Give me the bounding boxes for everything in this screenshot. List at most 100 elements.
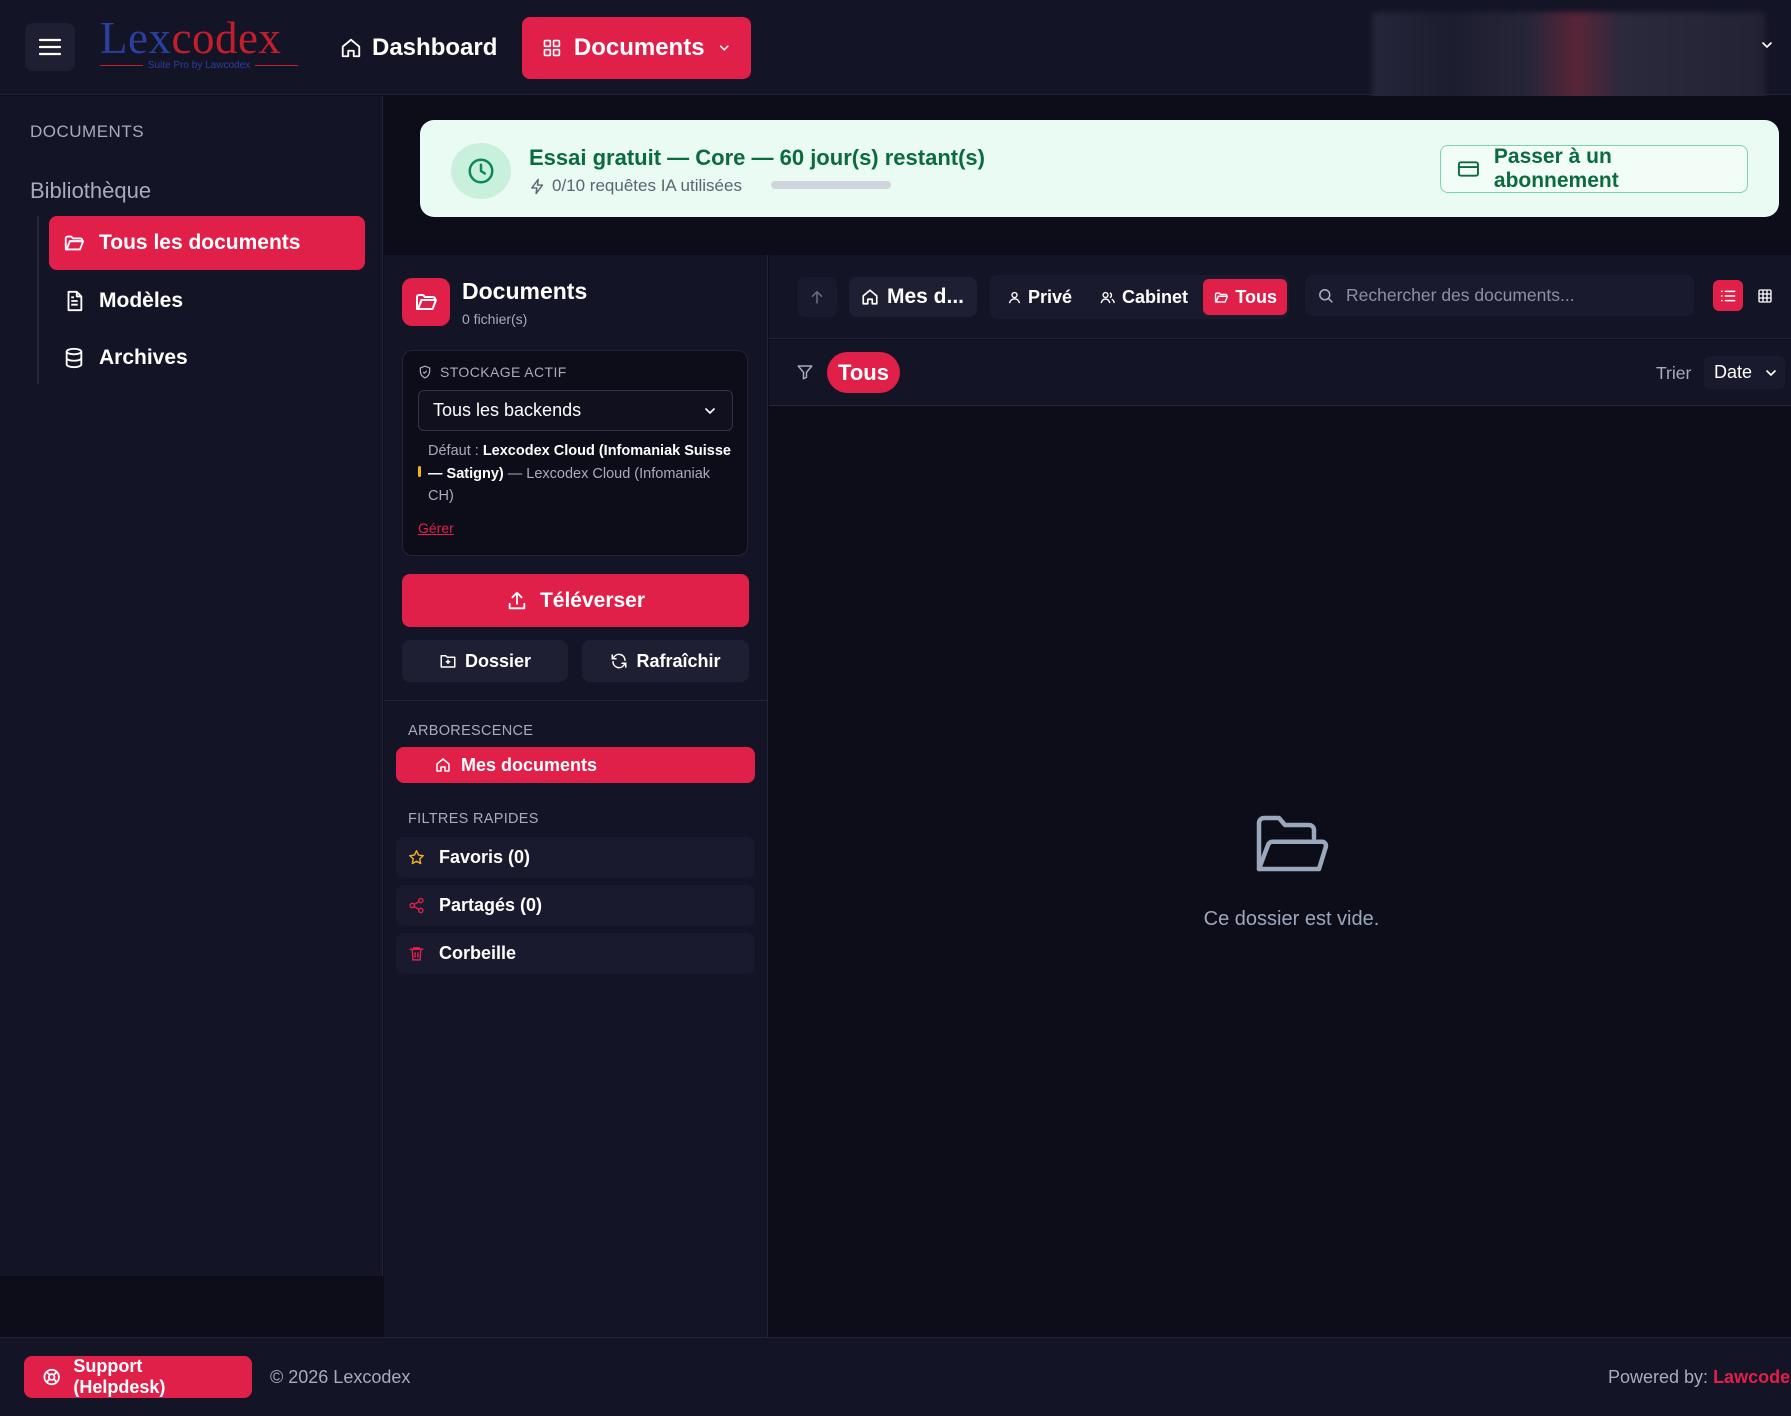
users-icon <box>1100 291 1115 303</box>
quick-filter-favorites[interactable]: Favoris (0) <box>396 837 755 878</box>
nav-dashboard-label: Dashboard <box>372 34 498 61</box>
support-helpdesk-button[interactable]: Support (Helpdesk) <box>24 1356 252 1398</box>
sidebar-item-models[interactable]: Modèles <box>49 274 365 328</box>
navigate-up-button[interactable] <box>797 277 837 317</box>
list-view-button[interactable] <box>1713 280 1743 311</box>
sidebar-item-label: Archives <box>99 346 188 369</box>
logo-text-codex: codex <box>171 13 282 63</box>
storage-backend-select[interactable]: Tous les backends <box>418 390 733 431</box>
search-icon <box>1319 289 1333 303</box>
arrow-up-icon <box>811 290 823 304</box>
nav-dashboard[interactable]: Dashboard <box>328 24 509 72</box>
quick-filter-label: Partagés (0) <box>439 895 543 915</box>
breadcrumb-my-documents[interactable]: Mes d... <box>849 277 977 317</box>
user-menu-chevron-icon[interactable] <box>1759 37 1775 53</box>
storage-label-text: STOCKAGE ACTIF <box>440 364 567 380</box>
lightning-icon <box>531 178 544 194</box>
sidebar-item-label: Tous les documents <box>99 231 301 254</box>
chevron-down-icon <box>705 407 715 414</box>
powered-by-link[interactable]: Lawcodex <box>1713 1367 1791 1387</box>
folder-plus-icon <box>440 655 456 668</box>
trial-title: Essai gratuit — Core — 60 jour(s) restan… <box>529 145 985 170</box>
refresh-button[interactable]: Rafraîchir <box>582 640 749 682</box>
nav-documents[interactable]: Documents <box>522 17 751 79</box>
subscribe-button[interactable]: Passer à un abonnement <box>1440 145 1748 193</box>
grid-view-button[interactable] <box>1750 280 1780 311</box>
file-browser <box>769 255 1791 1337</box>
copyright-text: © 2026 Lexcodex <box>270 1367 411 1387</box>
sort-select-value: Date <box>1714 362 1753 382</box>
scope-all-label: Tous <box>1235 286 1277 307</box>
file-count: 0 fichier(s) <box>462 311 528 327</box>
tree-item-label: Mes documents <box>461 754 598 775</box>
refresh-button-label: Rafraîchir <box>636 650 721 671</box>
scope-private-tab[interactable]: Privé <box>997 279 1082 315</box>
grid-icon <box>543 39 561 57</box>
chevron-down-icon <box>719 45 729 51</box>
sidebar-section-bibliotheque[interactable]: Bibliothèque <box>30 178 151 204</box>
list-icon <box>1720 290 1736 301</box>
upload-icon <box>508 591 526 609</box>
scope-private-label: Privé <box>1028 286 1073 307</box>
quick-filter-shared[interactable]: Partagés (0) <box>396 885 755 926</box>
logo[interactable]: Lexcodex Suite Pro by Lawcodex <box>100 16 300 76</box>
tree-item-my-documents[interactable]: Mes documents <box>396 747 755 783</box>
upload-button-label: Téléverser <box>539 588 646 612</box>
support-button-label: Support (Helpdesk) <box>73 1356 166 1397</box>
folder-open-icon <box>1214 291 1229 303</box>
hamburger-icon <box>39 38 61 56</box>
empty-folder-icon <box>1256 815 1329 872</box>
quick-filter-label: Corbeille <box>439 943 517 963</box>
scope-cabinet-tab[interactable]: Cabinet <box>1090 279 1198 315</box>
filter-pill-all[interactable]: Tous <box>827 352 900 393</box>
panel-divider <box>384 700 768 701</box>
folder-open-icon <box>64 235 85 251</box>
quick-filters-label: FILTRES RAPIDES <box>408 811 539 827</box>
database-icon <box>65 347 83 369</box>
storage-manage-link[interactable]: Gérer <box>418 520 454 536</box>
trial-usage-label: 0/10 requêtes IA utilisées <box>552 176 742 195</box>
sort-label: Trier <box>1656 363 1692 383</box>
tree-label: ARBORESCENCE <box>408 723 534 739</box>
upload-button[interactable]: Téléverser <box>402 574 749 627</box>
menu-toggle-button[interactable] <box>25 23 75 71</box>
subscribe-button-label: Passer à un abonnement <box>1493 145 1619 192</box>
scope-all-tab[interactable]: Tous <box>1203 279 1287 315</box>
grid-icon <box>1758 288 1772 303</box>
powered-by: Powered by: Lawcodex <box>1608 1367 1791 1388</box>
logo-tagline: Suite Pro by Lawcodex <box>147 60 251 71</box>
storage-default-text: Défaut : Lexcodex Cloud (Infomaniak Suis… <box>428 440 736 508</box>
search-input[interactable]: Rechercher des documents... <box>1305 275 1694 316</box>
search-placeholder: Rechercher des documents... <box>1346 285 1575 305</box>
empty-state-message: Ce dossier est vide. <box>1203 908 1380 930</box>
storage-default-prefix: Défaut : <box>428 443 483 459</box>
sort-select[interactable]: Date <box>1704 356 1785 389</box>
nav-documents-label: Documents <box>573 34 705 61</box>
file-text-icon <box>67 290 83 312</box>
footer <box>0 1337 1791 1416</box>
filter-icon[interactable] <box>796 363 814 381</box>
sidebar-tree-line <box>37 216 39 384</box>
home-icon <box>341 38 361 58</box>
scope-cabinet-label: Cabinet <box>1122 286 1189 307</box>
refresh-icon <box>611 653 627 669</box>
sidebar-item-all-documents[interactable]: Tous les documents <box>49 216 365 270</box>
panel-icon-wrap <box>402 278 450 326</box>
sidebar-title: DOCUMENTS <box>30 122 145 141</box>
trial-usage: 0/10 requêtes IA utilisées <box>529 176 742 196</box>
filter-bar <box>769 340 1791 406</box>
logo-text-lex: Lex <box>100 13 172 63</box>
sidebar <box>0 96 383 1276</box>
new-folder-button[interactable]: Dossier <box>402 640 568 682</box>
breadcrumb-label: Mes d... <box>887 285 965 308</box>
home-icon <box>862 289 878 305</box>
folder-open-icon <box>416 294 437 310</box>
trash-icon <box>409 947 424 961</box>
powered-by-prefix: Powered by: <box>1608 1367 1714 1387</box>
storage-status-indicator <box>418 466 421 477</box>
sidebar-item-archives[interactable]: Archives <box>49 331 365 385</box>
quick-filter-trash[interactable]: Corbeille <box>396 933 755 974</box>
trial-icon-wrap <box>451 143 511 199</box>
credit-card-icon <box>1457 161 1479 177</box>
storage-label: STOCKAGE ACTIF <box>418 364 567 380</box>
